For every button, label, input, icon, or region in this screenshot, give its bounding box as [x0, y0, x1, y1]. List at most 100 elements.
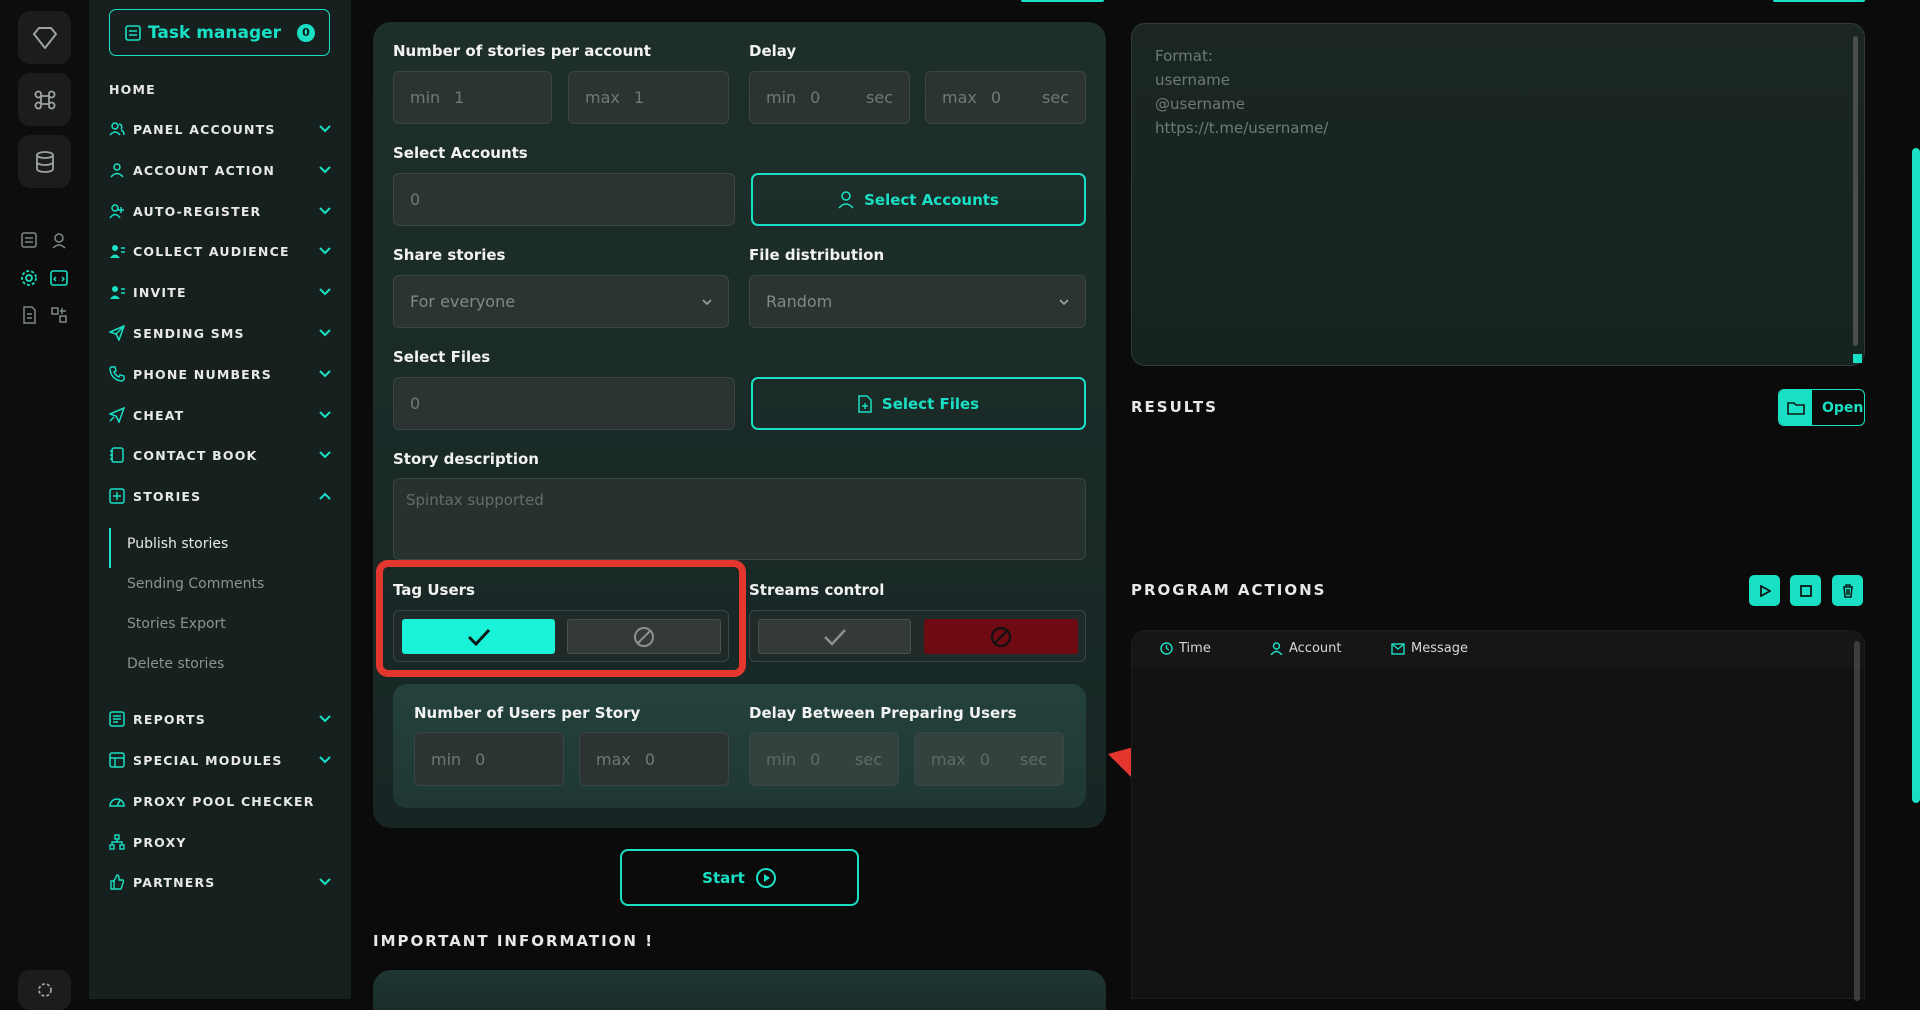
command-icon-button[interactable]: [18, 73, 71, 126]
submenu-delete-stories[interactable]: Delete stories: [127, 656, 224, 672]
format-line: https://t.me/username/: [1155, 119, 1329, 137]
resize-handle[interactable]: [1853, 354, 1862, 363]
document-icon[interactable]: [18, 304, 40, 326]
selected-files-count: 0: [393, 377, 735, 430]
prep-delay-max-input[interactable]: max 0 sec: [914, 732, 1064, 786]
folder-icon: [1786, 401, 1805, 415]
stories-min-input[interactable]: min 1: [393, 71, 552, 124]
diamond-icon-button[interactable]: [18, 11, 71, 64]
sec-suffix: sec: [866, 88, 893, 107]
active-submenu-indicator: [109, 528, 111, 568]
sidebar-item-account-action[interactable]: ACCOUNT ACTION: [109, 155, 331, 185]
sidebar-item-partners[interactable]: PARTNERS: [109, 867, 331, 897]
delay-max-input[interactable]: max 0 sec: [925, 71, 1086, 124]
sidebar-item-invite[interactable]: INVITE: [109, 277, 331, 307]
min-prefix: min: [766, 88, 797, 107]
select-files-label: Select Files: [393, 348, 491, 366]
streams-control-on-button[interactable]: [758, 619, 911, 654]
submenu-stories-export[interactable]: Stories Export: [127, 616, 226, 632]
chevron-down-icon: [319, 207, 331, 215]
sidebar-item-sending-sms[interactable]: SENDING SMS: [109, 318, 331, 348]
submenu-publish-stories[interactable]: Publish stories: [127, 536, 228, 552]
select-accounts-button-label: Select Accounts: [864, 190, 999, 209]
open-button-label: Open: [1822, 399, 1864, 416]
file-distribution-select[interactable]: Random: [749, 275, 1086, 328]
stop-button[interactable]: [1790, 575, 1821, 606]
streams-control-off-button[interactable]: [924, 619, 1078, 654]
program-actions-log: Time Account Message: [1131, 630, 1865, 1001]
users-per-story-label: Number of Users per Story: [414, 704, 641, 722]
sidebar-item-stories[interactable]: STORIES: [109, 481, 331, 511]
usernames-textarea[interactable]: Format: username @username https://t.me/…: [1131, 23, 1865, 366]
chevron-down-icon: [319, 125, 331, 133]
sidebar-item-label: CHEAT: [133, 407, 185, 423]
users-max-input[interactable]: max 0: [579, 732, 729, 786]
prep-delay-min-input[interactable]: min 0 sec: [749, 732, 899, 786]
gear-icon: [37, 983, 52, 997]
list-icon[interactable]: [18, 229, 40, 251]
delay-min-input[interactable]: min 0 sec: [749, 71, 910, 124]
sidebar-item-panel-accounts[interactable]: PANEL ACCOUNTS: [109, 114, 331, 144]
delete-log-button[interactable]: [1832, 575, 1863, 606]
database-icon: [35, 150, 54, 173]
select-files-button[interactable]: Select Files: [751, 377, 1086, 430]
column-account-label: Account: [1289, 641, 1342, 656]
format-line: @username: [1155, 95, 1245, 113]
sidebar-item-auto-register[interactable]: AUTO-REGISTER: [109, 196, 331, 226]
submenu-sending-comments[interactable]: Sending Comments: [127, 576, 264, 592]
sidebar-item-contact-book[interactable]: CONTACT BOOK: [109, 440, 331, 470]
column-message[interactable]: Message: [1391, 641, 1468, 656]
sidebar-item-cheat[interactable]: CHEAT: [109, 400, 331, 430]
story-description-label: Story description: [393, 450, 539, 468]
share-stories-select[interactable]: For everyone: [393, 275, 729, 328]
start-button[interactable]: Start: [620, 849, 859, 906]
sidebar-item-label: SENDING SMS: [133, 325, 245, 341]
select-accounts-button[interactable]: Select Accounts: [751, 173, 1086, 226]
diamond-icon: [32, 26, 57, 49]
code-window-icon[interactable]: [48, 267, 70, 289]
sidebar-item-label: PROXY: [133, 834, 187, 850]
share-stories-value: For everyone: [410, 292, 516, 311]
sidebar-item-phone-numbers[interactable]: PHONE NUMBERS: [109, 359, 331, 389]
gear-icon-button[interactable]: [18, 970, 71, 1010]
delay-min-value: 0: [810, 88, 821, 107]
sidebar-item-special-modules[interactable]: SPECIAL MODULES: [109, 745, 331, 775]
chevron-down-icon: [319, 756, 331, 764]
stories-max-value: 1: [633, 88, 645, 107]
min-prefix: min: [766, 749, 797, 769]
page-scrollbar[interactable]: [1912, 148, 1920, 803]
sidebar-item-home[interactable]: HOME: [109, 74, 331, 104]
column-time[interactable]: Time: [1160, 641, 1211, 656]
log-scrollbar[interactable]: [1854, 641, 1860, 1001]
report-icon: [109, 711, 125, 727]
modules-icon[interactable]: [48, 304, 70, 326]
textarea-scrollbar[interactable]: [1853, 36, 1858, 346]
column-account[interactable]: Account: [1270, 641, 1342, 656]
settings-icon[interactable]: [18, 267, 40, 289]
grid-icon: [109, 752, 125, 768]
min-prefix: min: [410, 88, 441, 107]
database-icon-button[interactable]: [18, 135, 71, 188]
task-manager-label: Task manager: [148, 22, 282, 43]
prep-max-value: 0: [979, 749, 991, 769]
stop-icon: [1799, 584, 1812, 597]
task-manager-button[interactable]: Task manager 0: [109, 9, 330, 56]
user-pin-icon[interactable]: [48, 229, 70, 251]
top-button-edge: [1773, 0, 1865, 2]
max-prefix: max: [942, 88, 977, 107]
sidebar-item-reports[interactable]: REPORTS: [109, 704, 331, 734]
sidebar-item-collect-audience[interactable]: COLLECT AUDIENCE: [109, 236, 331, 266]
users-min-input[interactable]: min 0: [414, 732, 564, 786]
story-description-textarea[interactable]: Spintax supported: [393, 478, 1086, 560]
book-icon: [110, 447, 124, 463]
streams-control-toggle: [749, 610, 1086, 662]
user-icon: [838, 190, 854, 209]
play-button[interactable]: [1749, 575, 1780, 606]
delay-label: Delay: [749, 42, 797, 60]
sidebar-item-proxy-pool-checker[interactable]: PROXY POOL CHECKER: [109, 786, 331, 816]
share-stories-label: Share stories: [393, 246, 506, 264]
stories-max-input[interactable]: max 1: [568, 71, 729, 124]
play-icon: [1759, 584, 1771, 597]
open-results-button[interactable]: Open: [1778, 389, 1865, 426]
sidebar-item-proxy[interactable]: PROXY: [109, 827, 331, 857]
